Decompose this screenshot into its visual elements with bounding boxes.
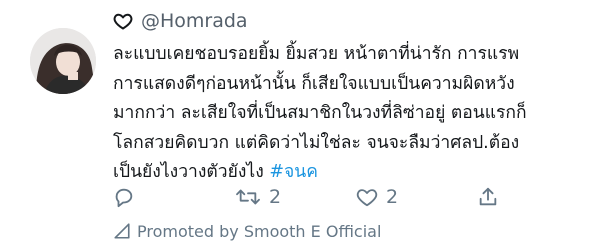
tweet-text: ละแบบเคยชอบรอยยิ้ม ยิ้มสวย หน้าตาที่น่าร… [113, 40, 593, 188]
retweet-button[interactable]: 2 [235, 186, 281, 208]
tweet-header: @Homrada [113, 9, 248, 33]
tweet-text-line: ละแบบเคยชอบรอยยิ้ม ยิ้มสวย หน้าตาที่น่าร… [113, 44, 520, 64]
reply-button[interactable] [113, 186, 135, 208]
tweet-text-fragment: เป็นยังไงวางตัวยังไง [113, 162, 264, 182]
reply-icon [113, 186, 135, 208]
tweet-text-line: โลกสวยคิดบวก แต่คิดว่าไม่ใช่ละ จนจะลืมว่… [113, 132, 520, 153]
share-icon [477, 186, 499, 208]
tweet-text-line: มากกว่า ละเสียใจที่เป็นสมาชิกในวงที่ลิซ่… [113, 103, 527, 123]
tweet-text-line-last: เป็นยังไงวางตัวยังไง #จนค [113, 158, 593, 188]
promoted-icon [113, 222, 131, 240]
user-handle[interactable]: @Homrada [141, 10, 248, 32]
avatar-image [30, 28, 96, 94]
like-count: 2 [386, 186, 399, 208]
retweet-icon [235, 186, 261, 208]
share-button[interactable] [477, 186, 499, 208]
retweet-count: 2 [269, 186, 282, 208]
tweet-actions: 2 2 [113, 186, 583, 212]
avatar[interactable] [30, 28, 96, 94]
heart-icon [113, 11, 133, 31]
like-button[interactable]: 2 [356, 186, 398, 208]
tweet-card[interactable]: @Homrada ละแบบเคยชอบรอยยิ้ม ยิ้มสวย หน้า… [0, 0, 600, 250]
promoted-text: Promoted by Smooth E Official [137, 221, 382, 241]
heart-icon [356, 186, 378, 208]
promoted-label[interactable]: Promoted by Smooth E Official [113, 219, 381, 243]
hashtag-link[interactable]: #จนค [269, 162, 318, 182]
tweet-text-line: การแสดงดีๆก่อนหน้านั้น ก็เสียใจแบบเป็นคว… [113, 73, 515, 94]
